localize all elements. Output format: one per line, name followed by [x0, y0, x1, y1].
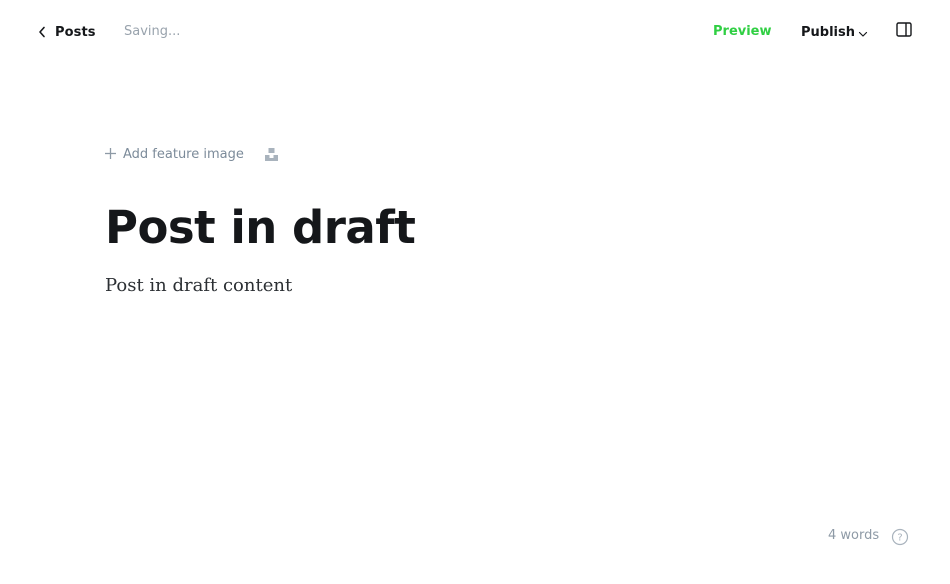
editor-header: Posts Saving... Preview Publish — [0, 0, 950, 64]
post-title[interactable]: Post in draft — [105, 196, 416, 260]
unsplash-icon — [264, 147, 279, 166]
sidebar-panel-icon — [895, 22, 913, 43]
feature-image-label: Add feature image — [123, 146, 244, 162]
back-link-label: Posts — [55, 24, 96, 40]
chevron-left-icon — [38, 26, 46, 38]
plus-icon — [104, 145, 117, 164]
save-status: Saving... — [124, 24, 181, 39]
word-count: 4 words — [828, 528, 880, 543]
preview-button[interactable]: Preview — [713, 24, 772, 39]
back-to-posts-link[interactable]: Posts — [38, 22, 96, 42]
add-feature-image-button[interactable]: Add feature image — [104, 145, 244, 163]
editor-page: Posts Saving... Preview Publish Add feat… — [0, 0, 950, 584]
chevron-down-icon — [855, 23, 868, 42]
settings-menu-toggle[interactable] — [895, 21, 913, 39]
publish-button[interactable]: Publish — [801, 22, 868, 42]
help-button[interactable]: ? — [891, 528, 909, 546]
unsplash-button[interactable] — [264, 147, 279, 162]
help-glyph: ? — [897, 533, 902, 544]
question-circle-icon: ? — [891, 528, 909, 550]
publish-label: Publish — [801, 24, 855, 40]
post-body-editor[interactable]: Post in draft content — [105, 272, 292, 300]
